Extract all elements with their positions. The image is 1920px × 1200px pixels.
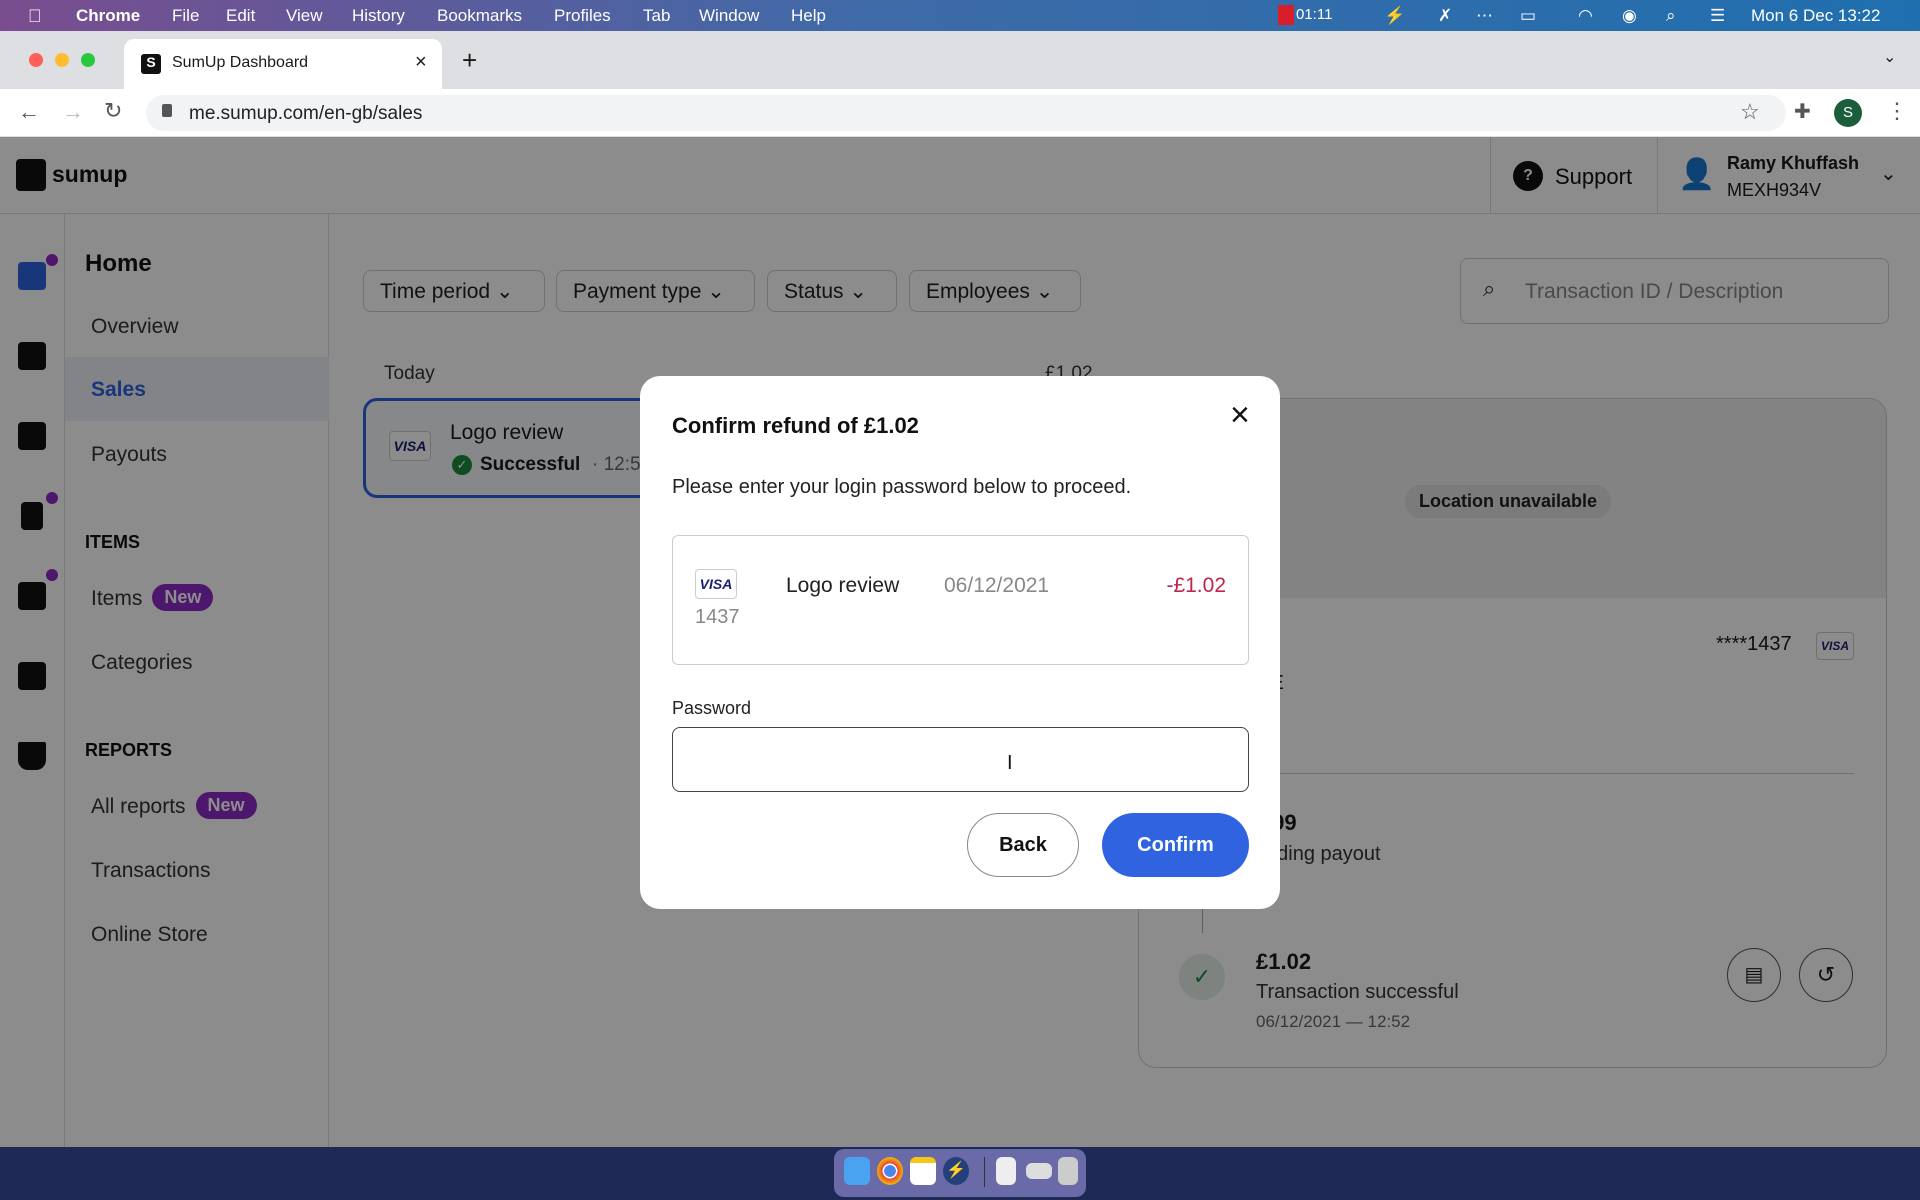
menu-tab[interactable]: Tab bbox=[643, 6, 670, 26]
confirm-button[interactable]: Confirm bbox=[1102, 813, 1249, 877]
bolt-app-icon[interactable]: ⚡ bbox=[943, 1157, 969, 1185]
chrome-menu-icon[interactable]: ⋮ bbox=[1886, 98, 1908, 124]
refund-amount: -£1.02 bbox=[1166, 574, 1226, 597]
browser-toolbar: ← → ↻ me.sumup.com/en-gb/sales ☆ ✚ S ⋮ bbox=[0, 89, 1920, 137]
minimize-window-button[interactable] bbox=[55, 53, 69, 67]
wifi-icon[interactable]: ◠ bbox=[1578, 6, 1593, 26]
refund-transaction-summary: VISA 1437 Logo review 06/12/2021 -£1.02 bbox=[672, 535, 1249, 665]
transaction-description: Logo review bbox=[786, 574, 900, 597]
notes-icon[interactable] bbox=[910, 1157, 936, 1185]
browser-tab-bar: S SumUp Dashboard × + ⌄ bbox=[0, 31, 1920, 89]
apple-icon[interactable]:  bbox=[28, 6, 42, 27]
tab-search-chevron-icon[interactable]: ⌄ bbox=[1883, 47, 1896, 67]
window-thumbnail-icon[interactable] bbox=[1026, 1163, 1052, 1179]
battery-icon[interactable]: ▭ bbox=[1520, 6, 1536, 26]
back-icon[interactable]: ← bbox=[18, 99, 40, 125]
menu-history[interactable]: History bbox=[352, 6, 405, 26]
recording-icon[interactable] bbox=[1278, 5, 1294, 25]
close-window-button[interactable] bbox=[29, 53, 43, 67]
new-tab-icon[interactable]: + bbox=[462, 45, 477, 76]
search-icon[interactable]: ⌕ bbox=[1666, 6, 1676, 26]
reload-icon[interactable]: ↻ bbox=[104, 98, 122, 124]
chrome-icon[interactable] bbox=[877, 1157, 903, 1185]
password-label: Password bbox=[672, 698, 752, 718]
extensions-icon[interactable]: ✚ bbox=[1794, 99, 1811, 124]
dock-divider bbox=[984, 1157, 985, 1187]
clock[interactable]: Mon 6 Dec 13:22 bbox=[1751, 6, 1880, 26]
close-tab-icon[interactable]: × bbox=[415, 51, 427, 74]
forward-icon[interactable]: → bbox=[62, 99, 84, 125]
menu-file[interactable]: File bbox=[172, 6, 199, 26]
sumup-favicon-icon: S bbox=[141, 54, 161, 74]
address-bar[interactable]: me.sumup.com/en-gb/sales ☆ bbox=[146, 95, 1786, 131]
menu-help[interactable]: Help bbox=[791, 6, 826, 26]
card-last4: 1437 bbox=[695, 606, 740, 628]
document-icon[interactable] bbox=[996, 1157, 1016, 1185]
bookmark-star-icon[interactable]: ☆ bbox=[1740, 99, 1760, 125]
bluetooth-icon[interactable]: ✗ bbox=[1438, 6, 1452, 26]
macos-menubar:  Chrome File Edit View History Bookmark… bbox=[0, 0, 1920, 31]
menu-window[interactable]: Window bbox=[699, 6, 759, 26]
confirm-refund-dialog: Confirm refund of £1.02 × Please enter y… bbox=[640, 376, 1280, 909]
tab-title: SumUp Dashboard bbox=[172, 54, 309, 71]
user-icon[interactable]: ◉ bbox=[1622, 6, 1637, 26]
dock-bar: ⚡ bbox=[834, 1149, 1086, 1197]
bolt-icon[interactable]: ⚡ bbox=[1384, 6, 1405, 26]
visa-icon: VISA bbox=[695, 569, 737, 599]
profile-avatar[interactable]: S bbox=[1834, 99, 1862, 127]
dialog-title: Confirm refund of £1.02 bbox=[672, 413, 919, 438]
trash-icon[interactable] bbox=[1058, 1157, 1078, 1185]
browser-tab[interactable]: S SumUp Dashboard × bbox=[124, 39, 442, 89]
menu-bookmarks[interactable]: Bookmarks bbox=[437, 6, 522, 26]
status-icon[interactable]: ⋯ bbox=[1476, 6, 1493, 26]
recording-timer: 01:11 bbox=[1296, 6, 1333, 23]
menu-profiles[interactable]: Profiles bbox=[554, 6, 611, 26]
maximize-window-button[interactable] bbox=[81, 53, 95, 67]
lock-icon[interactable] bbox=[162, 104, 172, 117]
finder-icon[interactable] bbox=[844, 1157, 870, 1185]
dialog-instruction: Please enter your login password below t… bbox=[672, 476, 1132, 498]
menu-app-name[interactable]: Chrome bbox=[76, 6, 140, 26]
back-button[interactable]: Back bbox=[967, 813, 1079, 877]
menu-view[interactable]: View bbox=[286, 6, 323, 26]
url-text[interactable]: me.sumup.com/en-gb/sales bbox=[189, 103, 422, 125]
menu-edit[interactable]: Edit bbox=[226, 6, 255, 26]
password-input[interactable] bbox=[672, 727, 1249, 792]
control-center-icon[interactable]: ☰ bbox=[1710, 6, 1725, 26]
close-icon[interactable]: × bbox=[1230, 396, 1250, 435]
transaction-date: 06/12/2021 bbox=[944, 574, 1050, 597]
macos-dock: ⚡ bbox=[0, 1147, 1920, 1200]
text-cursor-icon: I bbox=[1007, 752, 1013, 774]
